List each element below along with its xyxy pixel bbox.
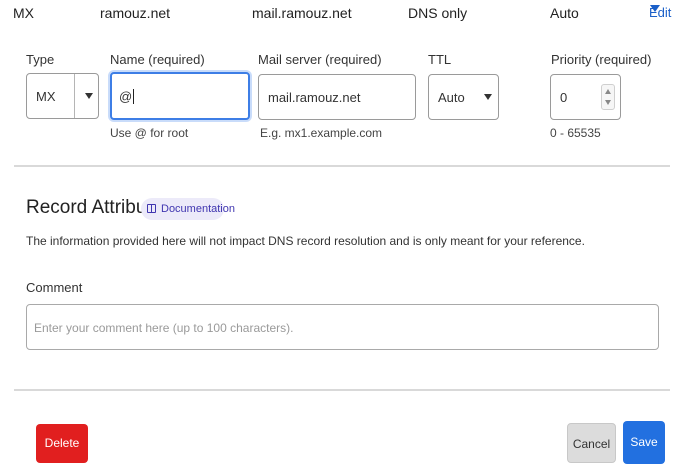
priority-input[interactable]: 0 [550,74,621,120]
documentation-label: Documentation [161,203,235,215]
summary-proxy-status: DNS only [408,5,468,21]
save-button[interactable]: Save [623,421,665,464]
spinner-up-icon[interactable] [605,89,611,94]
record-summary-row: MX ramouz.net mail.ramouz.net DNS only A… [0,5,700,23]
summary-name: ramouz.net [100,5,171,21]
cancel-button[interactable]: Cancel [567,423,616,463]
name-input-value: @ [119,89,133,104]
select-divider [74,74,75,118]
spinner-down-icon[interactable] [605,100,611,105]
comment-label: Comment [26,280,83,295]
name-label: Name (required) [110,52,205,67]
type-select-value: MX [36,89,56,104]
mail-server-input[interactable]: mail.ramouz.net [258,74,416,120]
mail-server-value: mail.ramouz.net [268,90,361,105]
text-caret [133,89,135,104]
summary-type: MX [13,5,34,21]
chevron-down-icon [484,94,492,100]
type-select[interactable]: MX [26,73,99,119]
priority-stepper[interactable] [601,84,615,110]
delete-button[interactable]: Delete [36,424,88,463]
name-input[interactable]: @ [110,72,250,120]
summary-ttl: Auto [550,5,579,21]
priority-hint: 0 - 65535 [550,126,601,140]
name-hint: Use @ for root [110,126,189,140]
mail-server-hint: E.g. mx1.example.com [260,126,383,140]
type-label: Type [26,52,55,67]
chevron-down-icon [650,5,660,12]
ttl-label: TTL [428,52,452,67]
dns-record-edit-panel: MX ramouz.net mail.ramouz.net DNS only A… [0,0,700,470]
mail-server-label: Mail server (required) [258,52,382,67]
comment-placeholder: Enter your comment here (up to 100 chara… [34,321,294,335]
ttl-select[interactable]: Auto [428,74,499,120]
priority-label: Priority (required) [551,52,652,67]
ttl-select-value: Auto [438,90,465,105]
section-description: The information provided here will not i… [26,234,585,248]
book-icon [147,204,156,213]
chevron-down-icon [85,93,93,99]
section-divider [14,165,670,167]
comment-input[interactable]: Enter your comment here (up to 100 chara… [26,304,659,350]
priority-value: 0 [560,90,568,105]
footer-divider [14,389,670,391]
documentation-link[interactable]: Documentation [141,198,235,220]
summary-content: mail.ramouz.net [252,5,352,21]
